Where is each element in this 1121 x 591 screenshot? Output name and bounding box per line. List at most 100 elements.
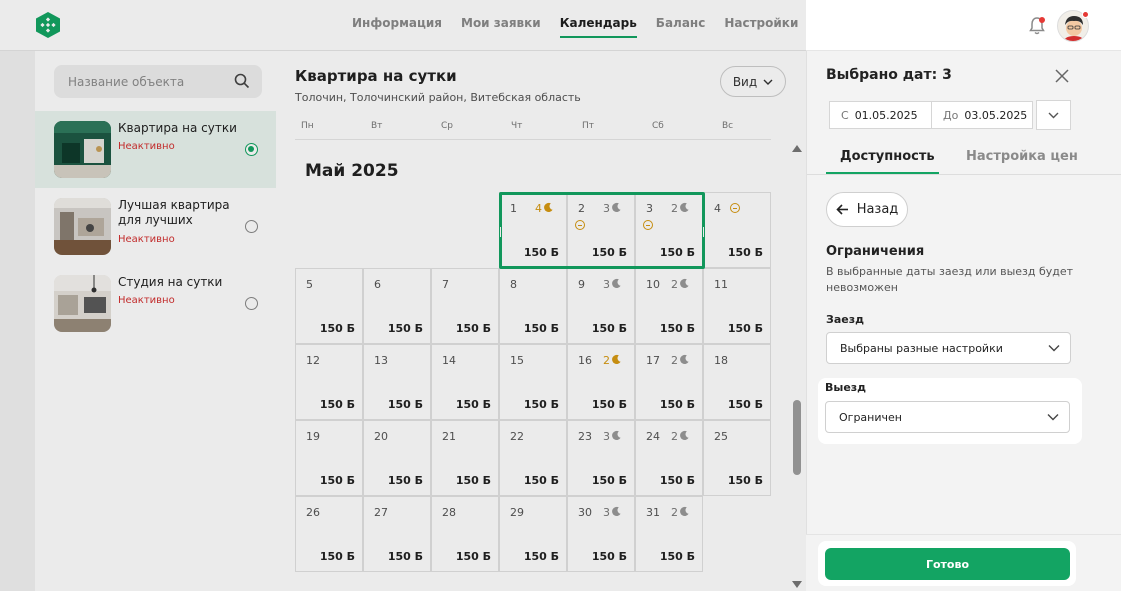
calendar-day-cell[interactable]: 11 150 Б — [703, 268, 771, 344]
calendar-day-cell[interactable]: 18 150 Б — [703, 344, 771, 420]
day-price: 150 Б — [455, 398, 491, 411]
calendar-day-cell[interactable]: 14150 Б — [499, 192, 567, 268]
date-to-field[interactable]: До 03.05.2025 — [931, 101, 1033, 129]
calendar-title: Квартира на сутки — [295, 67, 457, 85]
day-number: 29 — [510, 506, 524, 519]
object-radio[interactable] — [245, 297, 258, 310]
calendar-day-cell[interactable]: 9 3 150 Б — [567, 268, 635, 344]
scrollbar-thumb[interactable] — [793, 400, 801, 475]
tab-price-settings[interactable]: Настройка цен — [966, 149, 1078, 164]
day-price: 150 Б — [455, 550, 491, 563]
search-icon[interactable] — [234, 73, 250, 89]
done-button[interactable]: Готово — [825, 548, 1070, 580]
day-number: 22 — [510, 430, 524, 443]
scroll-up-arrow[interactable] — [792, 145, 802, 152]
day-number: 15 — [510, 354, 524, 367]
day-number: 20 — [374, 430, 388, 443]
calendar-day-cell[interactable]: 7 150 Б — [431, 268, 499, 344]
nav-my-requests[interactable]: Мои заявки — [461, 16, 541, 38]
calendar-day-cell[interactable]: 26 150 Б — [295, 496, 363, 572]
notification-dot — [1039, 17, 1045, 23]
day-number: 27 — [374, 506, 388, 519]
date-to-value: 03.05.2025 — [964, 108, 1028, 122]
day-number: 24 — [646, 430, 660, 443]
object-radio[interactable] — [245, 143, 258, 156]
calendar-day-cell[interactable]: 14150 Б — [431, 344, 499, 420]
weekday-label: Пт — [582, 121, 595, 131]
moon-icon — [680, 202, 689, 213]
day-price: 150 Б — [659, 474, 695, 487]
weekday-label: Пн — [301, 121, 314, 131]
calendar-day-cell[interactable]: 22 150 Б — [499, 420, 567, 496]
calendar-day-cell[interactable]: 8 150 Б — [499, 268, 567, 344]
calendar-day-cell[interactable]: 4 150 Б — [703, 192, 771, 268]
day-price: 150 Б — [387, 474, 423, 487]
calendar-day-cell[interactable]: 17 2 150 Б — [635, 344, 703, 420]
object-item[interactable]: Студия на сутки Неактивно — [35, 265, 276, 342]
calendar-day-cell[interactable]: 19 150 Б — [295, 420, 363, 496]
min-nights-value: 4 — [535, 202, 542, 215]
checkout-select[interactable]: Ограничен — [825, 401, 1070, 433]
calendar-day-cell[interactable]: 6 150 Б — [363, 268, 431, 344]
calendar-day-cell[interactable]: 20 150 Б — [363, 420, 431, 496]
checkout-select-value: Ограничен — [839, 410, 902, 424]
nav-settings[interactable]: Настройки — [724, 16, 798, 38]
nav-calendar[interactable]: Календарь — [559, 16, 637, 38]
day-price: 150 Б — [591, 246, 627, 259]
checkin-label: Заезд — [826, 313, 864, 326]
tab-availability[interactable]: Доступность — [840, 149, 935, 164]
chevron-down-icon — [1048, 345, 1060, 352]
date-range-dropdown[interactable] — [1036, 100, 1071, 130]
calendar-day-cell[interactable]: 15 150 Б — [499, 344, 567, 420]
calendar-day-cell[interactable]: 16 2 150 Б — [567, 344, 635, 420]
month-title: Май 2025 — [305, 161, 399, 181]
min-nights: 3 — [603, 430, 622, 443]
day-price: 150 Б — [387, 550, 423, 563]
calendar-day-cell[interactable]: 5 150 Б — [295, 268, 363, 344]
min-nights: 4 — [535, 202, 554, 215]
calendar-day-cell[interactable]: 30 3 150 Б — [567, 496, 635, 572]
scroll-down-arrow[interactable] — [792, 581, 802, 588]
min-nights-value: 3 — [603, 430, 610, 443]
calendar-day-cell[interactable]: 13 150 Б — [363, 344, 431, 420]
min-nights: 2 — [671, 506, 690, 519]
search-input[interactable] — [54, 65, 262, 98]
calendar-day-cell[interactable]: 24 2 150 Б — [635, 420, 703, 496]
min-nights: 3 — [603, 202, 622, 215]
back-button[interactable]: Назад — [826, 192, 908, 227]
calendar-day-cell[interactable]: 23 3 150 Б — [567, 420, 635, 496]
date-from-field[interactable]: С 01.05.2025 — [829, 101, 932, 129]
object-item[interactable]: Лучшая квартира для лучших Неактивно — [35, 188, 276, 265]
calendar-day-cell[interactable]: 10 2 150 Б — [635, 268, 703, 344]
calendar-day-cell[interactable]: 12 150 Б — [295, 344, 363, 420]
day-price: 150 Б — [727, 474, 763, 487]
checkin-select[interactable]: Выбраны разные настройки — [826, 332, 1071, 364]
calendar-day-cell[interactable]: 2 3 150 Б — [567, 192, 635, 268]
day-number: 7 — [442, 278, 449, 291]
day-number: 1 — [510, 202, 517, 215]
min-nights-value: 2 — [671, 354, 678, 367]
logo-icon[interactable] — [34, 11, 62, 39]
min-nights-value: 2 — [671, 430, 678, 443]
calendar-day-cell[interactable]: 31 2 150 Б — [635, 496, 703, 572]
calendar-day-cell[interactable]: 29 150 Б — [499, 496, 567, 572]
calendar-area: Квартира на сутки Толочин, Толочинский р… — [276, 51, 806, 591]
chevron-down-icon — [1048, 112, 1059, 118]
calendar-day-cell[interactable]: 27 150 Б — [363, 496, 431, 572]
moon-icon — [612, 354, 621, 365]
object-item[interactable]: Квартира на сутки Неактивно — [35, 111, 276, 188]
avatar-status-dot — [1082, 11, 1089, 18]
calendar-day-cell[interactable]: 21 150 Б — [431, 420, 499, 496]
nav-info[interactable]: Информация — [352, 16, 442, 38]
close-icon[interactable] — [1055, 69, 1069, 83]
view-button[interactable]: Вид — [720, 66, 786, 97]
day-number: 31 — [646, 506, 660, 519]
day-price: 150 Б — [727, 398, 763, 411]
day-number: 3 — [646, 202, 653, 215]
object-radio[interactable] — [245, 220, 258, 233]
restriction-icon — [643, 220, 653, 230]
calendar-day-cell[interactable]: 25 150 Б — [703, 420, 771, 496]
nav-balance[interactable]: Баланс — [656, 16, 706, 38]
calendar-day-cell[interactable]: 28 150 Б — [431, 496, 499, 572]
calendar-day-cell[interactable]: 3 2 150 Б — [635, 192, 703, 268]
